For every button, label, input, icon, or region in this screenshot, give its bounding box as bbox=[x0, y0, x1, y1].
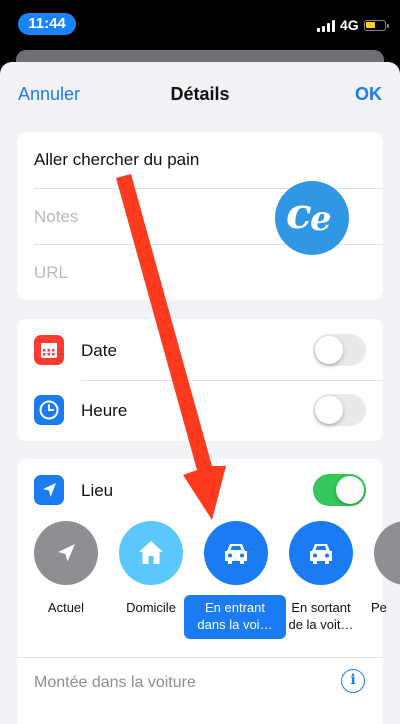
date-label: Date bbox=[81, 341, 117, 360]
ok-button[interactable]: OK bbox=[355, 84, 382, 105]
info-icon[interactable]: i bbox=[341, 669, 365, 693]
option-home[interactable] bbox=[119, 521, 183, 585]
location-arrow-icon bbox=[58, 544, 75, 562]
clock-icon bbox=[34, 395, 64, 425]
watermark-logo: ce bbox=[275, 181, 349, 255]
details-sheet: Annuler Détails OK Aller chercher du pai… bbox=[0, 62, 400, 724]
divider bbox=[17, 657, 383, 658]
option-label-line: En entrant bbox=[205, 600, 265, 615]
notes-field[interactable]: Notes bbox=[34, 207, 78, 227]
date-time-card: Date Heure bbox=[17, 319, 383, 441]
signal-icon bbox=[317, 20, 335, 32]
date-toggle[interactable] bbox=[313, 334, 366, 366]
reminder-title-field[interactable]: Aller chercher du pain bbox=[34, 150, 199, 170]
option-getting-in-car[interactable] bbox=[204, 521, 268, 585]
status-time: 11:44 bbox=[18, 13, 76, 35]
nav-bar: Annuler Détails OK bbox=[0, 62, 400, 126]
option-label-getting-in-car: En entrant dans la voi… bbox=[184, 595, 286, 639]
option-label-current: Actuel bbox=[47, 600, 85, 615]
time-label: Heure bbox=[81, 401, 128, 420]
option-label-line: En sortant bbox=[291, 600, 351, 615]
time-toggle[interactable] bbox=[313, 394, 366, 426]
option-label-home: Domicile bbox=[126, 600, 176, 615]
location-arrow-icon bbox=[34, 475, 64, 505]
network-type: 4G bbox=[340, 17, 359, 33]
status-bar: 11:44 4G bbox=[0, 0, 400, 50]
divider bbox=[81, 380, 383, 381]
location-detail-text: Montée dans la voiture bbox=[34, 674, 196, 691]
house-icon bbox=[139, 541, 163, 564]
calendar-icon bbox=[34, 335, 64, 365]
car-icon bbox=[310, 544, 332, 564]
option-label-getting-out: En sortant de la voit… bbox=[281, 599, 361, 633]
option-label-line: dans la voi… bbox=[197, 617, 273, 632]
option-current-location[interactable] bbox=[34, 521, 98, 585]
page-title: Détails bbox=[170, 84, 230, 104]
car-icon bbox=[225, 544, 247, 564]
option-label-line: de la voit… bbox=[288, 617, 354, 632]
option-getting-out-of-car[interactable] bbox=[289, 521, 353, 585]
location-label: Lieu bbox=[81, 481, 114, 500]
location-toggle[interactable] bbox=[313, 474, 366, 506]
option-label-partial: Pe bbox=[371, 600, 387, 615]
reminder-card: Aller chercher du pain Notes URL ce bbox=[17, 132, 383, 300]
battery-icon bbox=[364, 20, 389, 31]
url-field[interactable]: URL bbox=[34, 263, 68, 283]
